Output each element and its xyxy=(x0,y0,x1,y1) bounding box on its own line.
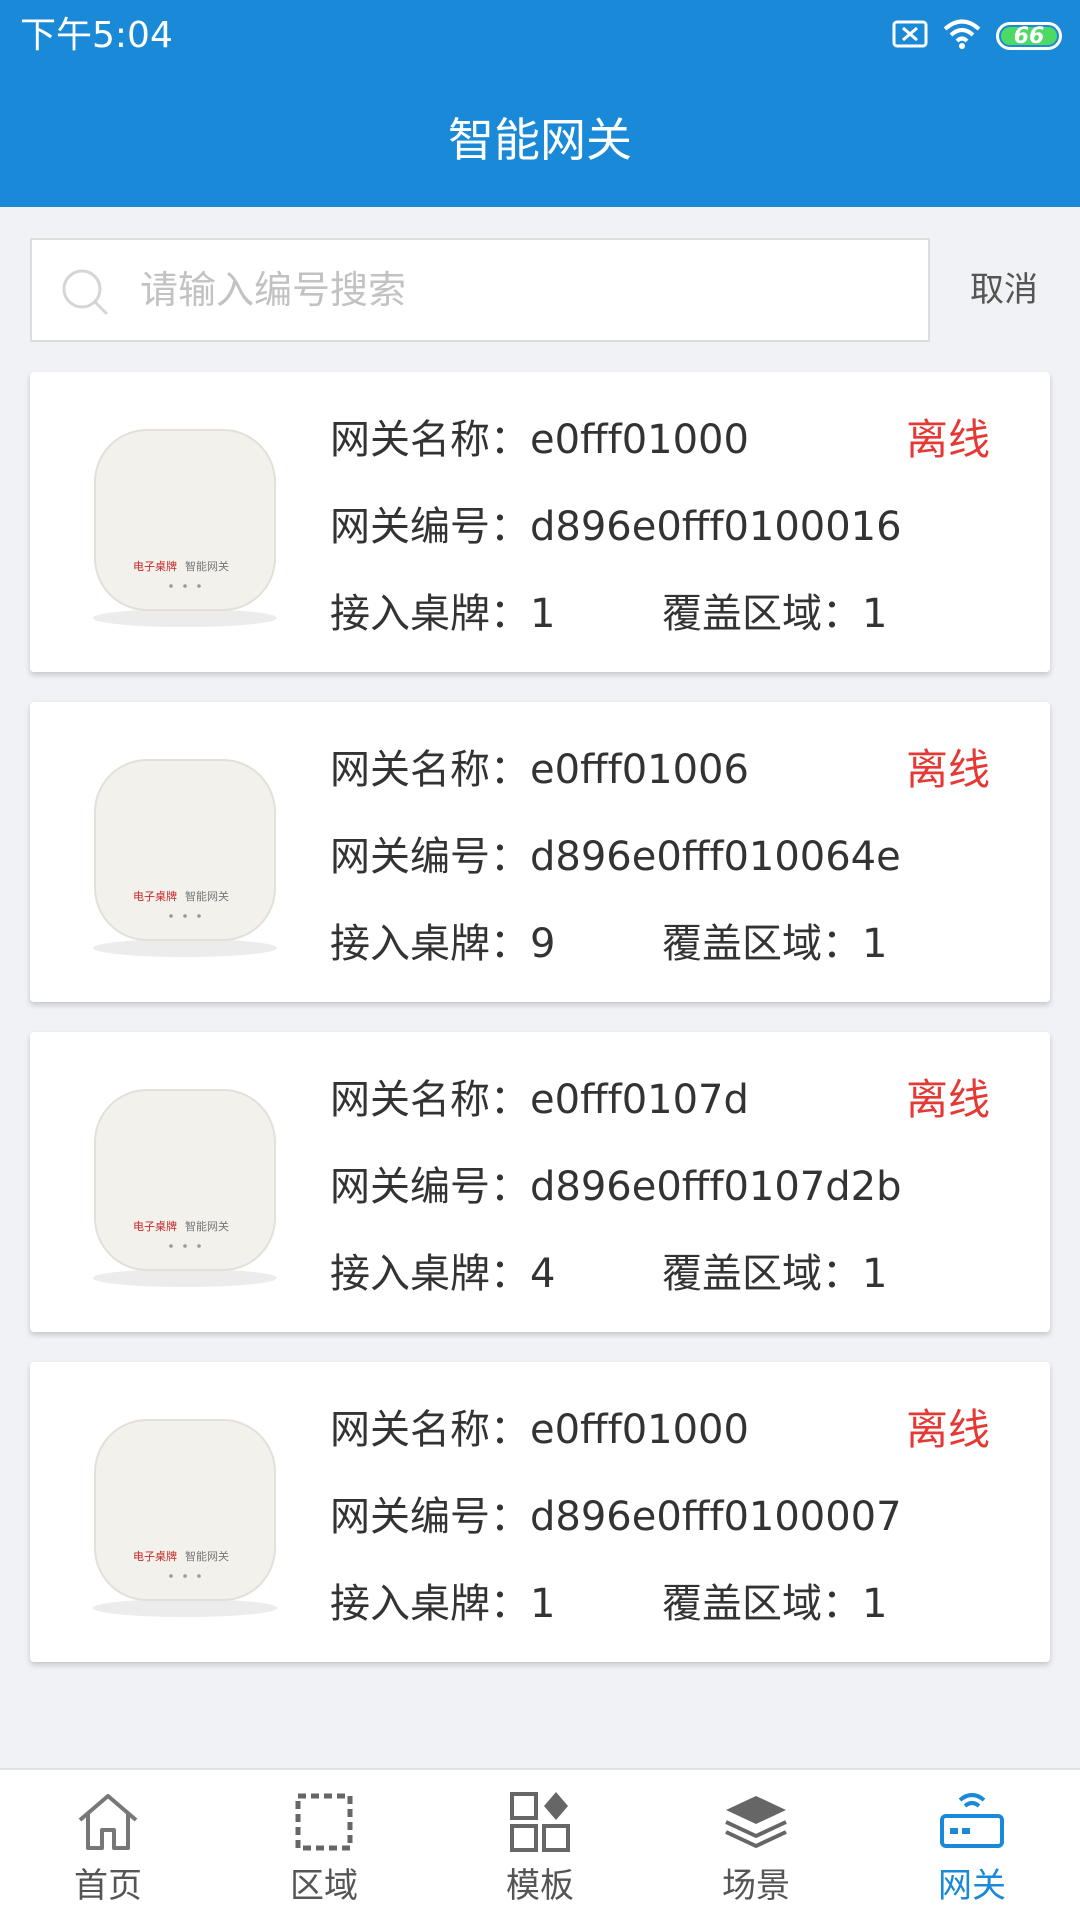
template-icon xyxy=(504,1786,576,1858)
scene-icon xyxy=(720,1786,792,1858)
tab-label: 首页 xyxy=(74,1866,142,1906)
covered-areas: 覆盖区域：1 xyxy=(662,591,888,637)
gateway-id: 网关编号：d896e0fff010064e xyxy=(330,834,901,880)
tab-scene[interactable]: 场景 xyxy=(648,1770,864,1920)
device-brand-text: 电子桌牌 xyxy=(133,1219,177,1233)
tab-label: 区域 xyxy=(290,1866,358,1906)
gateway-name: 网关名称：e0fff0100007 xyxy=(330,1407,750,1453)
gateway-id: 网关编号：d896e0fff0100007 xyxy=(330,1494,902,1540)
gateway-card[interactable]: 电子桌牌 智能网关 网关名称：e0fff010064e 离线 网关编号：d896… xyxy=(30,702,1050,1002)
status-badge: 离线 xyxy=(905,1075,990,1124)
no-sim-icon xyxy=(892,19,928,53)
status-time: 下午5:04 xyxy=(20,15,173,56)
battery-icon: 66 xyxy=(996,22,1062,50)
device-product-text: 智能网关 xyxy=(185,1219,229,1233)
tab-area[interactable]: 区域 xyxy=(216,1770,432,1920)
gateway-device-image: 电子桌牌 智能网关 xyxy=(85,1412,285,1622)
gateway-name: 网关名称：e0fff010064e xyxy=(330,747,750,793)
gateway-device-image: 电子桌牌 智能网关 xyxy=(85,422,285,632)
gateway-id: 网关编号：d896e0fff0107d2b xyxy=(330,1164,902,1210)
connected-tables: 接入桌牌：1 xyxy=(330,1581,556,1627)
tab-label: 模板 xyxy=(506,1866,574,1906)
wifi-icon xyxy=(942,18,982,54)
gateway-id: 网关编号：d896e0fff0100016 xyxy=(330,504,902,550)
status-badge: 离线 xyxy=(905,745,990,794)
device-brand-text: 电子桌牌 xyxy=(133,559,177,573)
device-brand-text: 电子桌牌 xyxy=(133,1549,177,1563)
status-badge: 离线 xyxy=(905,415,990,464)
covered-areas: 覆盖区域：1 xyxy=(662,1581,888,1627)
gateway-name: 网关名称：e0fff0107d2b xyxy=(330,1077,750,1123)
tab-template[interactable]: 模板 xyxy=(432,1770,648,1920)
device-product-text: 智能网关 xyxy=(185,559,229,573)
gateway-device-image: 电子桌牌 智能网关 xyxy=(85,752,285,962)
connected-tables: 接入桌牌：1 xyxy=(330,591,556,637)
app-header: 下午5:04 66 智能网关 xyxy=(0,0,1080,207)
page-title: 智能网关 xyxy=(448,113,632,167)
gateway-card[interactable]: 电子桌牌 智能网关 网关名称：e0fff0100016 离线 网关编号：d896… xyxy=(30,372,1050,672)
gateway-device-image: 电子桌牌 智能网关 xyxy=(85,1082,285,1292)
bottom-tab-bar: 首页 区域 模板 场景 网关 xyxy=(0,1768,1080,1920)
gateway-card[interactable]: 电子桌牌 智能网关 网关名称：e0fff0107d2b 离线 网关编号：d896… xyxy=(30,1032,1050,1332)
tab-label: 网关 xyxy=(938,1866,1006,1906)
gateway-name: 网关名称：e0fff0100016 xyxy=(330,417,750,463)
device-product-text: 智能网关 xyxy=(185,1549,229,1563)
battery-level: 66 xyxy=(1013,23,1045,49)
status-badge: 离线 xyxy=(905,1405,990,1454)
device-product-text: 智能网关 xyxy=(185,889,229,903)
area-icon xyxy=(288,1786,360,1858)
cancel-button[interactable]: 取消 xyxy=(970,266,1038,314)
search-row: 取消 xyxy=(30,238,1050,342)
covered-areas: 覆盖区域：1 xyxy=(662,921,888,967)
tab-gateway[interactable]: 网关 xyxy=(864,1770,1080,1920)
covered-areas: 覆盖区域：1 xyxy=(662,1251,888,1297)
tab-home[interactable]: 首页 xyxy=(0,1770,216,1920)
gateway-card[interactable]: 电子桌牌 智能网关 网关名称：e0fff0100007 离线 网关编号：d896… xyxy=(30,1362,1050,1662)
gateway-icon xyxy=(936,1786,1008,1858)
home-icon xyxy=(72,1786,144,1858)
search-input[interactable] xyxy=(140,258,900,322)
search-icon xyxy=(60,267,110,317)
connected-tables: 接入桌牌：4 xyxy=(330,1251,556,1297)
connected-tables: 接入桌牌：9 xyxy=(330,921,556,967)
tab-label: 场景 xyxy=(722,1866,790,1906)
device-brand-text: 电子桌牌 xyxy=(133,889,177,903)
status-icons: 66 xyxy=(878,16,1062,56)
search-box[interactable] xyxy=(30,238,930,342)
